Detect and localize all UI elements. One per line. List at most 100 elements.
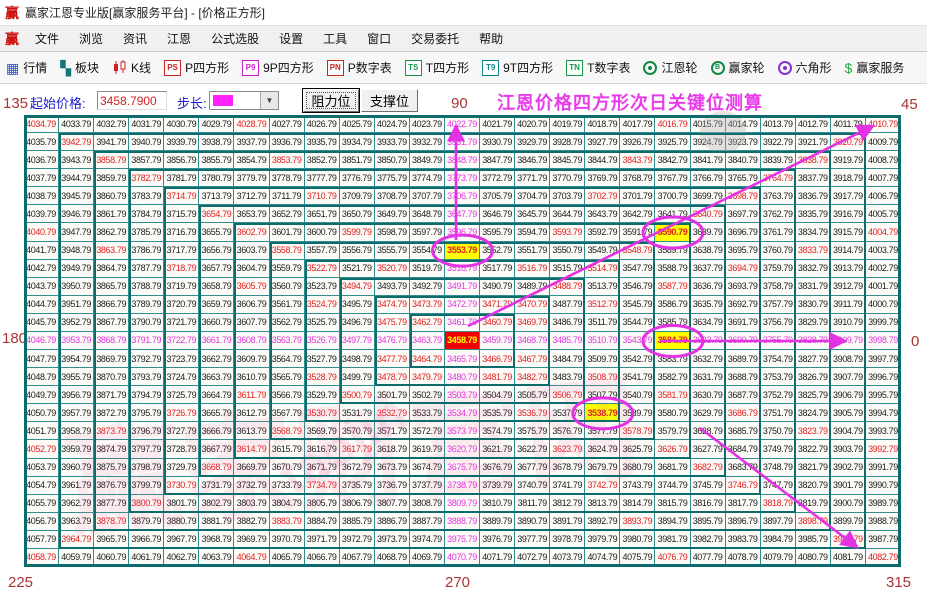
grid-cell: 3946.79 (59, 205, 95, 224)
grid-cell: 4072.79 (515, 548, 551, 567)
grid-cell: 4076.79 (655, 548, 691, 567)
toolbar-item-label: P四方形 (185, 61, 230, 75)
grid-cell: 3488.79 (550, 277, 586, 296)
grid-cell: 4003.79 (865, 241, 901, 260)
toolbar-item-nine-price-square[interactable]: P9 9P四方形 (242, 59, 314, 76)
grid-cell: 3473.79 (409, 295, 445, 314)
grid-cell: 3997.79 (865, 350, 901, 369)
resistance-button[interactable]: 阻力位 (303, 89, 359, 112)
menu-item-9[interactable]: 帮助 (469, 27, 513, 50)
grid-cell: 3586.79 (655, 295, 691, 314)
menu-item-2[interactable]: 资讯 (113, 27, 157, 50)
toolbar-item-label: 9P四方形 (263, 61, 314, 75)
toolbar-item-nine-time-square[interactable]: T9 9T四方形 (482, 59, 553, 76)
grid-cell: 3759.79 (760, 259, 796, 278)
toolbar-item-time-square[interactable]: TS T四方形 (404, 59, 469, 76)
grid-cell: 4035.79 (24, 133, 60, 152)
grid-cell: 3604.79 (234, 259, 270, 278)
grid-cell: 3880.79 (164, 512, 200, 531)
grid-cell: 3827.79 (795, 350, 831, 369)
grid-cell: 3594.79 (515, 223, 551, 242)
toolbar-item-time-table[interactable]: TN T数字表 (566, 59, 630, 76)
grid-cell: 3950.79 (59, 277, 95, 296)
grid-cell: 3922.79 (760, 133, 796, 152)
grid-cell: 3786.79 (129, 241, 165, 260)
grid-cell: 4053.79 (24, 458, 60, 477)
grid-cell: 4024.79 (374, 115, 410, 134)
key-level-cell: 3584.79 (655, 331, 691, 351)
grid-cell: 3520.79 (374, 259, 410, 278)
grid-cell: 3673.79 (374, 458, 410, 477)
grid-cell: 3617.79 (339, 440, 375, 459)
grid-cell: 3924.79 (690, 133, 726, 152)
menu-item-8[interactable]: 交易委托 (401, 27, 469, 50)
menu-item-5[interactable]: 设置 (269, 27, 313, 50)
step-color-select[interactable]: ▼ (209, 91, 279, 110)
support-button[interactable]: 支撑位 (361, 89, 418, 112)
grid-cell: 3497.79 (339, 331, 375, 351)
grid-cell: 3835.79 (795, 205, 831, 224)
toolbar-item-service-dollar[interactable]: $ 赢家服务 (845, 59, 905, 76)
chevron-down-icon[interactable]: ▼ (260, 92, 278, 109)
menu-item-4[interactable]: 公式选股 (201, 27, 269, 50)
start-price-label: 起始价格: (30, 96, 86, 111)
angle-label-90: 90 (451, 95, 468, 112)
grid-cell: 4067.79 (339, 548, 375, 567)
grid-cell: 3637.79 (690, 259, 726, 278)
grid-cell: 3668.79 (199, 458, 235, 477)
grid-cell: 3461.79 (444, 313, 481, 332)
grid-cell: 3596.79 (444, 223, 481, 242)
grid-cell: 3569.79 (304, 422, 340, 441)
grid-cell: 4020.79 (515, 115, 551, 134)
grid-cell: 3819.79 (795, 494, 831, 513)
step-color-swatch (213, 95, 233, 106)
grid-cell: 3627.79 (690, 440, 726, 459)
toolbar-item-label: P数字表 (347, 61, 392, 75)
menu-item-3[interactable]: 江恩 (157, 27, 201, 50)
grid-cell: 3725.79 (164, 386, 200, 405)
menu-item-0[interactable]: 文件 (25, 27, 69, 50)
toolbar-item-hexagon[interactable]: 六角形 (777, 59, 832, 76)
grid-cell: 3744.79 (655, 476, 691, 495)
grid-cell: 3486.79 (550, 313, 586, 332)
start-price-input[interactable] (97, 91, 167, 110)
grid-cell: 4048.79 (24, 368, 60, 387)
grid-cell: 3934.79 (339, 133, 375, 152)
grid-cell: 3556.79 (339, 241, 375, 260)
grid-cell: 4063.79 (199, 548, 235, 567)
grid-cell: 3619.79 (409, 440, 445, 459)
grid-cell: 3609.79 (234, 350, 270, 369)
menu-item-6[interactable]: 工具 (313, 27, 357, 50)
grid-cell: 3485.79 (550, 331, 586, 351)
toolbar-item-blocks[interactable]: ▚ 板块 (60, 59, 99, 76)
grid-cell: 3523.79 (304, 277, 340, 296)
toolbar-item-gann-wheel[interactable]: 江恩轮 (643, 59, 698, 76)
grid-cell: 3784.79 (129, 205, 165, 224)
grid-cell: 3719.79 (164, 277, 200, 296)
toolbar-item-price-square[interactable]: PS P四方形 (164, 59, 229, 76)
grid-cell: 3674.79 (409, 458, 445, 477)
toolbar-item-kline[interactable]: K线 (112, 59, 151, 76)
grid-cell: 3964.79 (59, 530, 95, 549)
toolbar-item-market-grid[interactable]: ▦ 行情 (6, 59, 47, 76)
grid-cell: 3993.79 (865, 422, 901, 441)
service-dollar-icon: $ (844, 59, 853, 76)
grid-cell: 3664.79 (199, 386, 235, 405)
grid-cell: 3839.79 (760, 151, 796, 170)
grid-cell: 3635.79 (690, 295, 726, 314)
grid-cell: 3688.79 (725, 368, 761, 387)
grid-cell: 3506.79 (550, 386, 586, 405)
toolbar-item-price-table[interactable]: PN P数字表 (326, 59, 392, 76)
grid-cell: 3745.79 (690, 476, 726, 495)
grid-cell: 3639.79 (690, 223, 726, 242)
menu-item-7[interactable]: 窗口 (357, 27, 401, 50)
grid-cell: 3624.79 (585, 440, 621, 459)
grid-cell: 3739.79 (480, 476, 516, 495)
grid-cell: 3712.79 (234, 187, 270, 206)
menu-item-1[interactable]: 浏览 (69, 27, 113, 50)
grid-cell: 3940.79 (129, 133, 165, 152)
grid-cell: 3947.79 (59, 223, 95, 242)
toolbar-item-winner-wheel[interactable]: B 赢家轮 (710, 59, 765, 76)
grid-cell: 3665.79 (199, 404, 235, 423)
grid-cell: 3703.79 (550, 187, 586, 206)
